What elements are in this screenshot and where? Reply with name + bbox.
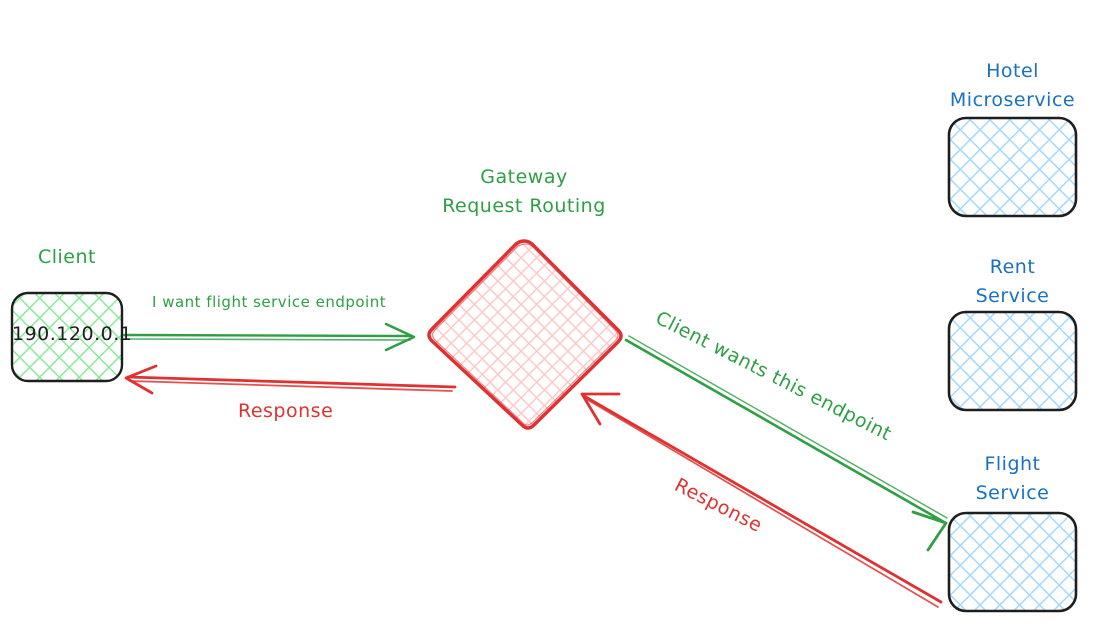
node-label-rent-line1: Rent [989, 256, 1036, 278]
node-label-rent-line2: Service [975, 285, 1050, 307]
node-label-flight-line2: Service [975, 482, 1050, 504]
client-ip-value: 190.120.0.1 [12, 323, 133, 345]
node-rent-shape[interactable] [947, 310, 1078, 412]
diagram-canvas: Client 190.120.0.1 Gateway Request Routi… [0, 0, 1108, 638]
edge-client-to-gateway [122, 322, 416, 352]
node-hotel-shape[interactable] [947, 116, 1078, 218]
node-label-client: Client [37, 246, 96, 268]
node-label-flight-line1: Flight [984, 453, 1041, 475]
node-label-gateway-line2: Request Routing [442, 195, 606, 217]
edge-label-client-to-gateway: I want flight service endpoint [152, 293, 387, 311]
edge-label-gateway-to-client: Response [238, 400, 334, 422]
node-label-hotel-line2: Microservice [949, 89, 1076, 111]
edge-gateway-to-client [124, 364, 457, 395]
node-flight-shape[interactable] [947, 511, 1078, 613]
node-label-gateway-line1: Gateway [480, 166, 568, 188]
node-label-hotel-line1: Hotel [986, 60, 1039, 82]
